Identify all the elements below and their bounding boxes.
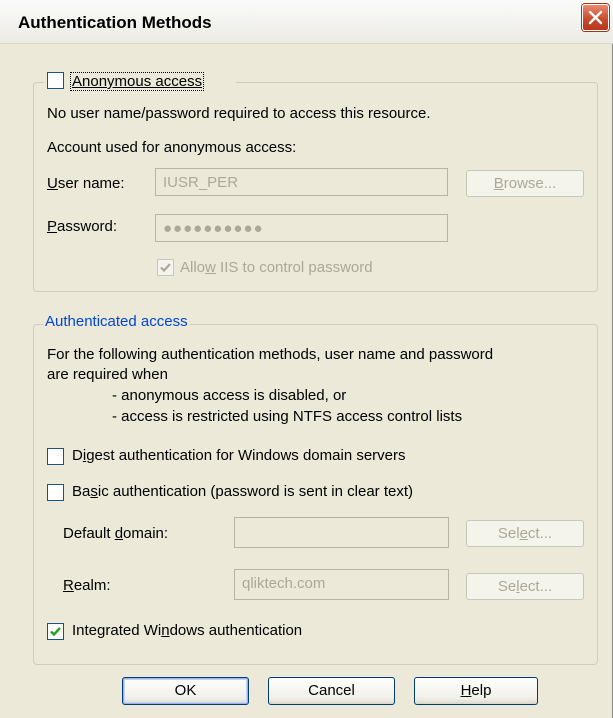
username-label: User name: — [47, 175, 125, 192]
cancel-button[interactable]: Cancel — [268, 677, 395, 705]
ok-label: OK — [174, 682, 197, 699]
realm-value: qliktech.com — [242, 575, 326, 592]
anonymous-access-label[interactable]: Anonymous access — [70, 72, 205, 91]
allow-iis-label: Allow IIS to control password — [180, 259, 373, 276]
window-title: Authentication Methods — [18, 13, 212, 32]
password-value: ●●●●●●●●●● — [163, 220, 264, 237]
check-icon — [160, 263, 171, 273]
username-field[interactable]: IUSR_PER — [155, 168, 448, 196]
basic-checkbox[interactable] — [47, 484, 64, 501]
basic-label[interactable]: Basic authentication (password is sent i… — [72, 483, 413, 500]
browse-button[interactable]: Browse... — [466, 170, 584, 197]
cancel-label: Cancel — [308, 682, 355, 699]
digest-label[interactable]: Digest authentication for Windows domain… — [72, 447, 406, 464]
integrated-label[interactable]: Integrated Windows authentication — [72, 622, 302, 639]
password-field[interactable]: ●●●●●●●●●● — [155, 214, 448, 242]
username-value: IUSR_PER — [163, 174, 239, 191]
close-icon — [588, 10, 603, 25]
anonymous-access-checkbox[interactable] — [47, 72, 64, 89]
check-icon — [50, 627, 61, 637]
default-domain-field[interactable] — [234, 517, 449, 548]
password-label: Password: — [47, 218, 118, 235]
help-button[interactable]: Help — [414, 677, 538, 705]
authenticated-description-line1: For the following authentication methods… — [47, 346, 494, 363]
title-bar[interactable]: Authentication Methods — [0, 0, 613, 44]
anonymous-access-legend: Anonymous access — [44, 72, 236, 94]
dialog-window: Authentication Methods Anonymous access … — [0, 0, 613, 718]
default-domain-label: Default domain: — [63, 525, 169, 542]
realm-label: Realm: — [63, 577, 111, 594]
authenticated-description-line2: are required when — [47, 366, 168, 383]
allow-iis-checkbox[interactable] — [157, 259, 174, 276]
authenticated-bullet1: - anonymous access is disabled, or — [112, 387, 347, 404]
select-domain-button[interactable]: Select... — [466, 520, 584, 547]
authenticated-access-legend: Authenticated access — [43, 313, 190, 330]
authenticated-bullet2: - access is restricted using NTFS access… — [112, 408, 463, 425]
realm-field[interactable]: qliktech.com — [234, 569, 449, 600]
digest-checkbox[interactable] — [47, 448, 64, 465]
select-realm-button[interactable]: Select... — [466, 573, 584, 600]
integrated-checkbox[interactable] — [47, 623, 64, 640]
anonymous-description: No user name/password required to access… — [47, 105, 431, 122]
close-button[interactable] — [582, 4, 609, 31]
ok-button[interactable]: OK — [122, 677, 249, 705]
account-label: Account used for anonymous access: — [47, 139, 297, 156]
